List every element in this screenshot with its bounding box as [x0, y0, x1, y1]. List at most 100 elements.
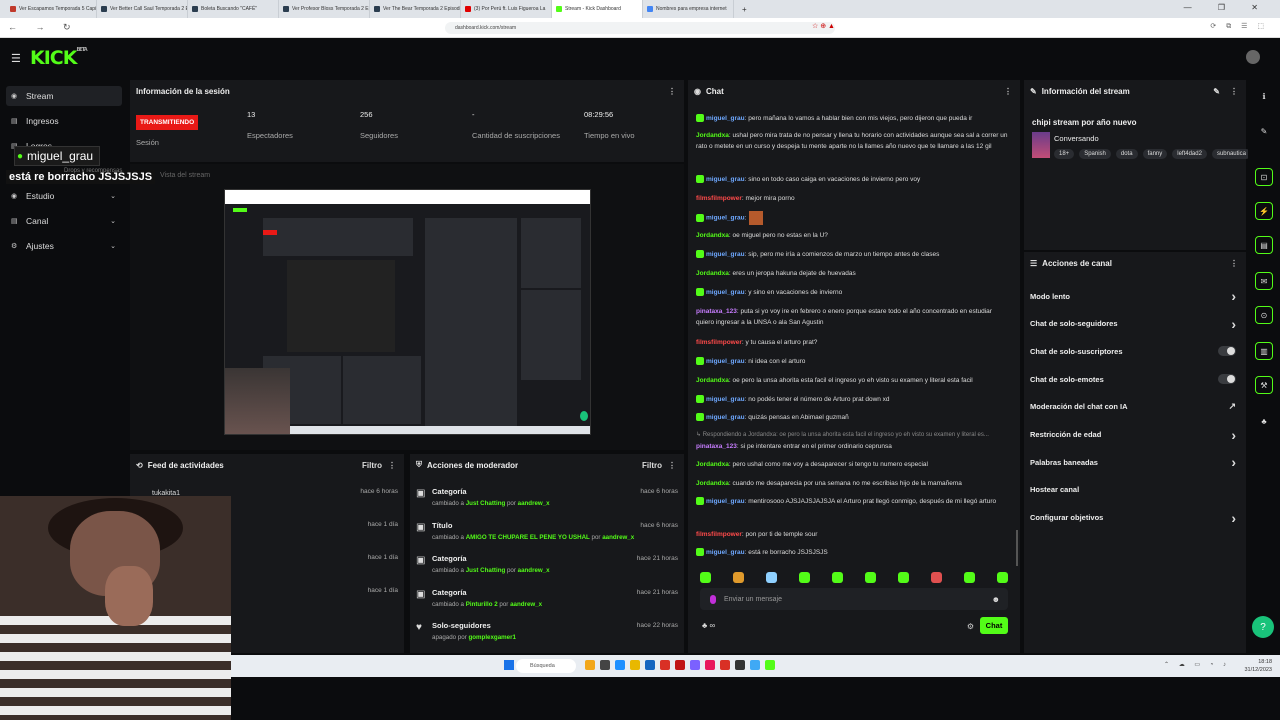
chat-menu-icon[interactable]: ⋮: [1004, 87, 1012, 96]
sidebar-item-stream[interactable]: ◉ Stream: [6, 86, 122, 106]
emote-button[interactable]: [898, 572, 909, 583]
chat-username[interactable]: miguel_grau: [706, 414, 745, 421]
microphone-icon[interactable]: [710, 594, 716, 604]
sidebar-item-canal[interactable]: ▤ Canal ⌄: [6, 211, 122, 231]
taskbar-search[interactable]: Búsqueda: [516, 659, 576, 673]
chat-message[interactable]: miguel_grau: sino en todo caso caiga en …: [696, 174, 1010, 185]
rail-button[interactable]: ⊙: [1255, 306, 1273, 324]
chat-message[interactable]: miguel_grau: pero mañana lo vamos a habl…: [696, 113, 1010, 124]
mod-action-row[interactable]: ▣ Categoría cambiado a Pinturillo 2 por aa…: [416, 585, 678, 618]
chat-username[interactable]: Jordandxa: [696, 132, 729, 139]
mod-filter-button[interactable]: Filtro: [642, 461, 662, 470]
external-link-icon[interactable]: ↗: [1228, 401, 1236, 412]
rail-button[interactable]: ⚡: [1255, 202, 1273, 220]
taskbar-app-icon[interactable]: [675, 660, 685, 670]
chat-message[interactable]: miguel_grau: ni idea con el arturo: [696, 356, 1010, 367]
browser-tab[interactable]: (3) Por Perú ft. Luis Figueroa La: [461, 0, 552, 18]
channel-action-restricci-n-de-edad[interactable]: Restricción de edad ›: [1030, 425, 1236, 445]
emote-button[interactable]: [832, 572, 843, 583]
chat-message[interactable]: Jordandxa: eres un jeropa hakuna dejate …: [696, 268, 1010, 279]
chat-username[interactable]: Jordandxa: [696, 270, 729, 277]
browser-tab[interactable]: Nombres para empresa internet: [643, 0, 734, 18]
taskbar-app-icon[interactable]: [735, 660, 745, 670]
browser-tab[interactable]: Ver Better Call Saul Temporada 2 Epi: [97, 0, 188, 18]
session-menu-icon[interactable]: ⋮: [668, 87, 676, 96]
taskbar-app-icon[interactable]: [660, 660, 670, 670]
emote-button[interactable]: [931, 572, 942, 583]
rail-button[interactable]: ✎: [1255, 122, 1273, 140]
chat-username[interactable]: miguel_grau: [706, 498, 745, 505]
chat-send-button[interactable]: Chat: [980, 617, 1008, 634]
toggle-switch[interactable]: [1218, 374, 1236, 385]
chat-username[interactable]: Jordandxa: [696, 480, 729, 487]
emote-button[interactable]: [733, 572, 744, 583]
chat-username[interactable]: pinataxa_123: [696, 308, 737, 315]
help-button[interactable]: ?: [1252, 616, 1274, 638]
rail-button[interactable]: ⚒: [1255, 376, 1273, 394]
chevron-down-icon[interactable]: ⌄: [110, 217, 116, 225]
rail-button[interactable]: ♣: [1255, 412, 1273, 430]
mod-action-row[interactable]: ♥ Solo-seguidores apagado por gomplexgamer…: [416, 618, 678, 651]
toggle-switch[interactable]: [1218, 346, 1236, 357]
chat-message[interactable]: Jordandxa: oe pero la unsa ahorita esta …: [696, 375, 1010, 386]
chevron-right-icon[interactable]: ›: [1231, 454, 1236, 470]
avatar[interactable]: [1246, 50, 1260, 64]
chat-username[interactable]: filmsfilmpower: [696, 531, 742, 538]
chat-message[interactable]: Jordandxa: oe miguel pero no estas en la…: [696, 230, 1010, 241]
browser-tab[interactable]: Boleta Buscando "CAFÉ": [188, 0, 279, 18]
chat-username[interactable]: Jordandxa: [696, 461, 729, 468]
chat-username[interactable]: filmsfilmpower: [696, 339, 742, 346]
chat-username[interactable]: filmsfilmpower: [696, 195, 742, 202]
channel-action-chat-de-solo-seguidores[interactable]: Chat de solo-seguidores ›: [1030, 314, 1236, 334]
mod-action-row[interactable]: ▣ Categoría cambiado a Just Chatting por a…: [416, 484, 678, 517]
stream-tag[interactable]: dota: [1115, 149, 1138, 159]
chevron-down-icon[interactable]: ⌄: [110, 192, 116, 200]
feed-menu-icon[interactable]: ⋮: [388, 461, 396, 470]
stream-tag[interactable]: Spanish: [1079, 149, 1111, 159]
chat-message[interactable]: Jordandxa: ushal pero mira trata de no p…: [696, 130, 1010, 152]
chat-username[interactable]: Jordandxa: [696, 232, 729, 239]
rail-button[interactable]: ▤: [1255, 236, 1273, 254]
sidebar-item-ajustes[interactable]: ⚙ Ajustes ⌄: [6, 236, 122, 256]
channel-action-palabras-baneadas[interactable]: Palabras baneadas ›: [1030, 452, 1236, 472]
emoji-icon[interactable]: ☻: [992, 595, 1000, 604]
taskbar-app-icon[interactable]: [750, 660, 760, 670]
new-tab-button[interactable]: +: [734, 5, 755, 14]
channel-actions-menu-icon[interactable]: ⋮: [1230, 259, 1238, 268]
chat-message[interactable]: Jordandxa: pero ushal como me voy a desa…: [696, 459, 1010, 470]
rail-button[interactable]: ✉: [1255, 272, 1273, 290]
chat-tools-icon[interactable]: ♣ ∞: [702, 621, 715, 630]
rail-button[interactable]: ℹ: [1255, 87, 1273, 105]
emote-button[interactable]: [964, 572, 975, 583]
chat-message[interactable]: miguel_grau: quizás pensas en Abimael gu…: [696, 412, 1010, 423]
stream-tag[interactable]: 18+: [1054, 149, 1075, 159]
taskbar-app-icon[interactable]: [690, 660, 700, 670]
taskbar-app-icon[interactable]: [630, 660, 640, 670]
taskbar-app-icon[interactable]: [720, 660, 730, 670]
browser-tab[interactable]: Ver Escapamos Temporada 5 Capitulo: [6, 0, 97, 18]
channel-action-configurar-objetivos[interactable]: Configurar objetivos ›: [1030, 508, 1236, 528]
chat-message[interactable]: filmsfilmpower: pon por ti de temple sou…: [696, 529, 1010, 540]
window-controls[interactable]: — ❐ ✕: [1184, 3, 1270, 12]
chat-message[interactable]: miguel_grau: sip, pero me iría a comienz…: [696, 249, 1010, 260]
chat-username[interactable]: Jordandxa: [696, 377, 729, 384]
chat-username[interactable]: pinataxa_123: [696, 443, 737, 450]
stream-info-menu-icon[interactable]: ⋮: [1230, 87, 1238, 96]
stream-preview[interactable]: [224, 189, 591, 435]
sidebar-item-estudio[interactable]: ◉ Estudio ⌄: [6, 186, 122, 206]
chat-message[interactable]: miguel_grau: está re borracho JSJSJSJS: [696, 547, 1010, 558]
chat-input[interactable]: Enviar un mensaje ☻: [700, 588, 1008, 610]
emote-button[interactable]: [766, 572, 777, 583]
chevron-right-icon[interactable]: ›: [1231, 316, 1236, 332]
extension-icons[interactable]: ⟳ ⧉ ☰ ⬚: [1210, 22, 1268, 31]
browser-tab[interactable]: Stream - Kick Dashboard: [552, 0, 643, 18]
chat-username[interactable]: miguel_grau: [706, 176, 745, 183]
taskbar-app-icon[interactable]: [705, 660, 715, 670]
stream-tag[interactable]: fanny: [1142, 149, 1168, 159]
chevron-right-icon[interactable]: ›: [1231, 288, 1236, 304]
channel-action-modo-lento[interactable]: Modo lento ›: [1030, 286, 1236, 306]
emote-button[interactable]: [865, 572, 876, 583]
channel-action-hostear-canal[interactable]: Hostear canal: [1030, 480, 1236, 500]
chat-message[interactable]: ↳ Respondiendo a Jordandxa: oe pero la u…: [696, 430, 1010, 452]
chevron-right-icon[interactable]: ›: [1231, 427, 1236, 443]
